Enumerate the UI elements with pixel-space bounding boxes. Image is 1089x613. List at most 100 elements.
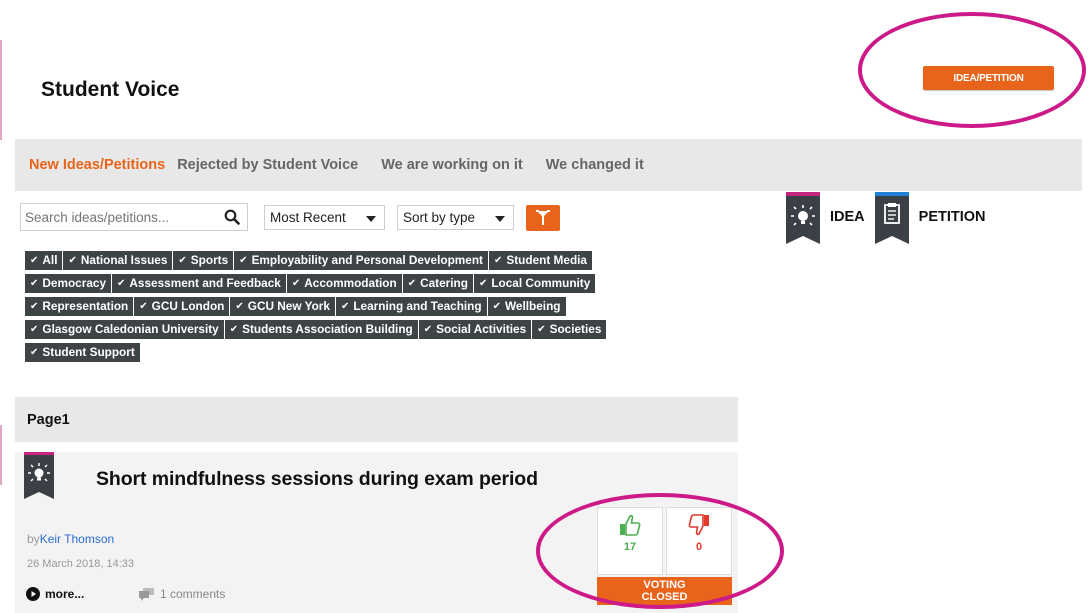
check-icon: ✔ <box>30 278 39 289</box>
thumbs-down-icon <box>688 514 709 536</box>
category-chip[interactable]: ✔ Employability and Personal Development <box>234 251 488 270</box>
author-link[interactable]: Keir Thomson <box>40 532 114 546</box>
downvote-button[interactable]: 0 <box>666 507 732 575</box>
lightbulb-icon <box>24 455 54 499</box>
category-chip-label: Student Media <box>506 253 587 267</box>
check-icon: ✔ <box>239 255 248 266</box>
category-chip[interactable]: ✔ Representation <box>25 297 134 316</box>
play-icon <box>26 587 40 601</box>
check-icon: ✔ <box>493 255 503 266</box>
check-icon: ✔ <box>30 347 39 358</box>
category-chip-label: Social Activities <box>436 322 527 336</box>
category-chip[interactable]: ✔ Glasgow Caledonian University <box>25 320 224 339</box>
voting-status-line1: VOTING <box>643 579 686 591</box>
petition-legend-label: PETITION <box>918 209 986 225</box>
category-chip-label: Representation <box>42 299 129 313</box>
category-chip-label: Glasgow Caledonian University <box>42 322 219 336</box>
search-input[interactable] <box>21 205 211 229</box>
category-chip-label: Accommodation <box>304 276 397 290</box>
tab-changed-it[interactable]: We changed it <box>546 157 644 173</box>
category-row: ✔ Democracy ✔ Assessment and Feedback ✔ Accom… <box>25 274 745 297</box>
search-icon[interactable] <box>224 209 240 225</box>
category-chip[interactable]: ✔ Catering <box>402 274 473 293</box>
downvote-count: 0 <box>695 541 703 553</box>
sort-order-value: Most Recent <box>270 210 346 225</box>
more-link[interactable]: more... <box>26 587 84 601</box>
idea-legend-label: IDEA <box>830 209 865 225</box>
idea-card: Short mindfulness sessions during exam p… <box>15 452 738 613</box>
page-header: Page1 <box>15 397 738 442</box>
tab-new-ideas[interactable]: New Ideas/Petitions <box>29 157 165 173</box>
new-idea-petition-button[interactable]: IDEA/PETITION <box>923 66 1054 90</box>
thumbs-up-icon <box>620 514 641 536</box>
category-chip-label: Students Association Building <box>242 322 413 336</box>
category-row: ✔ Representation ✔ GCU London ✔ GCU New York ✔… <box>25 297 745 320</box>
category-chip[interactable]: ✔ Assessment and Feedback <box>112 274 286 293</box>
check-icon: ✔ <box>235 301 244 312</box>
check-icon: ✔ <box>229 324 239 335</box>
category-chip[interactable]: ✔ Wellbeing <box>487 297 566 316</box>
check-icon: ✔ <box>139 301 148 312</box>
check-icon: ✔ <box>537 324 546 335</box>
check-icon: ✔ <box>68 255 77 266</box>
category-chip-label: GCU New York <box>247 299 330 313</box>
category-chip[interactable]: ✔ National Issues <box>63 251 173 270</box>
left-edge-mark <box>0 425 2 485</box>
filter-button[interactable] <box>526 205 560 231</box>
voting-status-line2: CLOSED <box>641 591 688 603</box>
category-chip[interactable]: ✔ Social Activities <box>418 320 532 339</box>
upvote-count: 17 <box>623 541 637 553</box>
category-chip[interactable]: ✔ Local Community <box>473 274 596 293</box>
sort-type-select[interactable]: Sort by type <box>397 205 514 230</box>
check-icon: ✔ <box>30 255 39 266</box>
category-chip-label: GCU London <box>151 299 225 313</box>
check-icon: ✔ <box>423 324 433 335</box>
category-chip[interactable]: ✔ Students Association Building <box>224 320 418 339</box>
category-row: ✔ Glasgow Caledonian University ✔ Students … <box>25 320 745 343</box>
category-chip-label: Local Community <box>491 276 591 290</box>
author-line: byKeir Thomson <box>27 532 114 546</box>
category-chip-label: Societies <box>549 322 602 336</box>
idea-title[interactable]: Short mindfulness sessions during exam p… <box>96 468 538 491</box>
category-chip-label: Learning and Teaching <box>353 299 482 313</box>
sort-order-select[interactable]: Most Recent <box>264 205 385 230</box>
check-icon: ✔ <box>478 278 488 289</box>
category-chip-label: Catering <box>420 276 468 290</box>
category-chip[interactable]: ✔ Democracy <box>25 274 112 293</box>
lightbulb-icon <box>786 196 820 244</box>
tab-working-on-it[interactable]: We are working on it <box>381 157 523 173</box>
check-icon: ✔ <box>340 301 350 312</box>
category-chip[interactable]: ✔ All <box>25 251 63 270</box>
category-chip-label: Wellbeing <box>505 299 561 313</box>
comments-link[interactable]: 1 comments <box>139 587 225 601</box>
search-box <box>20 203 248 231</box>
comments-label: 1 comments <box>160 587 226 601</box>
tab-bar: New Ideas/Petitions Rejected by Student … <box>15 139 1082 191</box>
category-chip[interactable]: ✔ Student Media <box>488 251 592 270</box>
clipboard-icon <box>874 196 909 244</box>
voting-status-badge: VOTING CLOSED <box>597 577 732 605</box>
check-icon: ✔ <box>30 324 39 335</box>
category-chip[interactable]: ✔ Student Support <box>25 343 140 362</box>
check-icon: ✔ <box>30 301 39 312</box>
check-icon: ✔ <box>178 255 187 266</box>
check-icon: ✔ <box>117 278 126 289</box>
category-chip[interactable]: ✔ Learning and Teaching <box>335 297 487 316</box>
more-label: more... <box>45 587 85 601</box>
post-date: 26 March 2018, 14:33 <box>27 558 135 570</box>
category-chip-label: All <box>42 253 58 267</box>
category-chip-label: Sports <box>190 253 229 267</box>
category-chip[interactable]: ✔ Sports <box>173 251 234 270</box>
category-chip[interactable]: ✔ Accommodation <box>286 274 402 293</box>
chevron-down-icon <box>366 216 376 222</box>
page-label: Page1 <box>27 411 70 428</box>
page-title: Student Voice <box>41 78 180 101</box>
category-chip-label: Assessment and Feedback <box>129 276 281 290</box>
tab-rejected[interactable]: Rejected by Student Voice <box>177 157 358 173</box>
category-chip[interactable]: ✔ GCU New York <box>230 297 335 316</box>
category-chip[interactable]: ✔ GCU London <box>134 297 230 316</box>
category-chip[interactable]: ✔ Societies <box>532 320 607 339</box>
chevron-down-icon <box>495 216 505 222</box>
category-chip-label: National Issues <box>80 253 168 267</box>
upvote-button[interactable]: 17 <box>597 507 663 575</box>
